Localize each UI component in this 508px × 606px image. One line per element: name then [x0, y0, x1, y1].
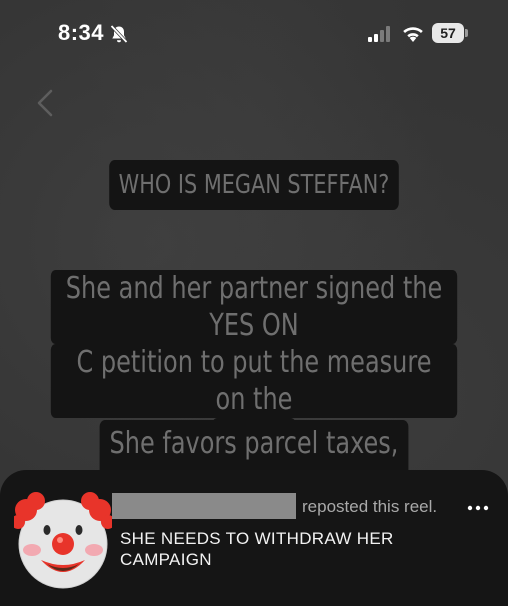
clown-face-icon[interactable] — [14, 492, 112, 590]
wifi-icon — [403, 27, 423, 42]
story-caption-title: WHO IS MEGAN STEFFAN? — [51, 160, 457, 210]
status-time: 8:34 — [58, 20, 105, 45]
caption-line: C petition to put the measure on the — [50, 344, 458, 418]
battery-level: 57 — [432, 23, 464, 43]
story-viewer: 8:34 57 WHO IS MEGAN STEFFAN? She and he… — [0, 0, 508, 606]
caption-text: WHO IS MEGAN STEFFAN? — [109, 160, 399, 210]
repost-message: SHE NEEDS TO WITHDRAW HER CAMPAIGN — [120, 529, 394, 569]
username-redacted[interactable] — [112, 493, 296, 519]
chevron-left-icon[interactable] — [34, 88, 56, 118]
battery-tip — [465, 29, 468, 37]
repost-action-text: reposted this reel. — [302, 497, 438, 516]
cellular-signal-icon — [368, 26, 390, 42]
battery-indicator: 57 — [432, 23, 468, 43]
more-horizontal-icon[interactable] — [466, 504, 490, 512]
caption-line: She and her partner signed the YES ON — [50, 270, 458, 344]
bell-slash-icon — [110, 24, 128, 44]
